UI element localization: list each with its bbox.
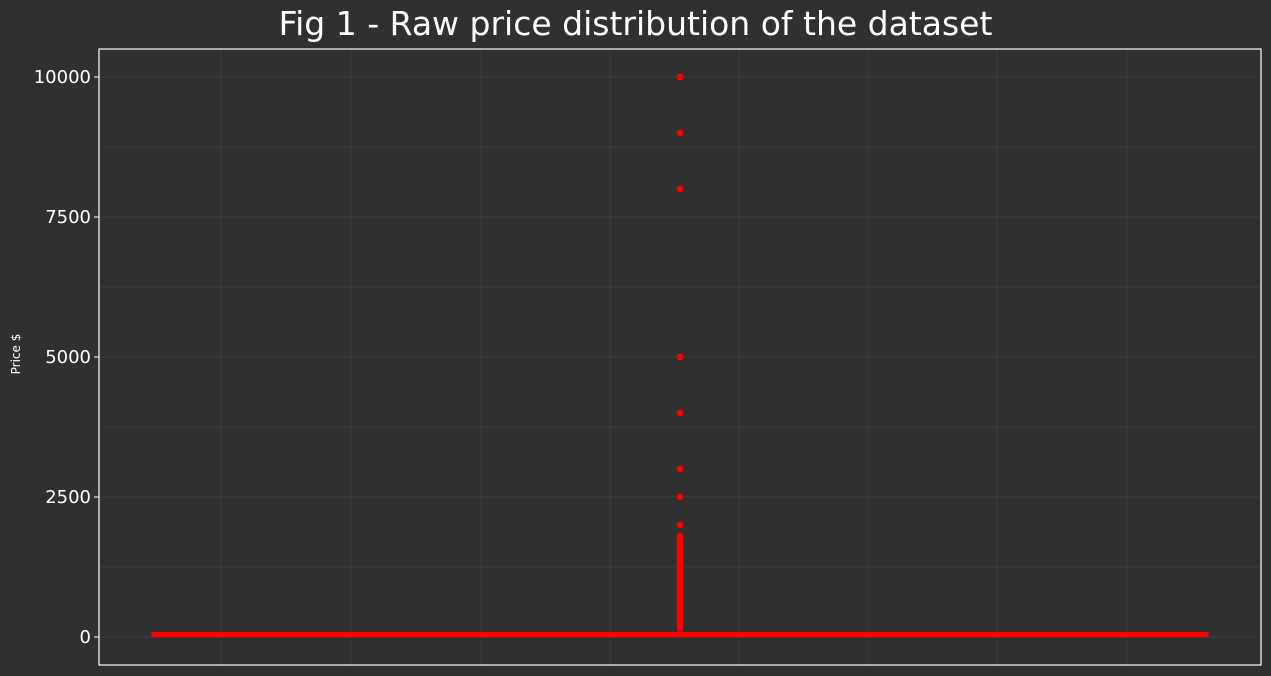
y-tick-label: 0 [80,627,91,648]
outlier-point [676,129,684,137]
outlier-point [676,625,684,632]
outlier-point [676,185,684,193]
outlier-point [676,521,684,529]
y-tick-label: 5000 [45,347,91,368]
y-tick-label: 2500 [45,487,91,508]
box-plot: 0 2500 5000 7500 10000 [34,48,1262,666]
outlier-point [676,465,684,473]
outlier-point [676,353,684,361]
outlier-point [676,73,684,81]
outlier-point [676,493,684,501]
y-axis-ticks: 0 2500 5000 7500 10000 [34,67,99,648]
box-layer [151,631,1209,638]
outlier-points [676,73,684,632]
y-tick-label: 7500 [45,207,91,228]
outlier-point [676,409,684,417]
y-tick-label: 10000 [34,67,91,88]
